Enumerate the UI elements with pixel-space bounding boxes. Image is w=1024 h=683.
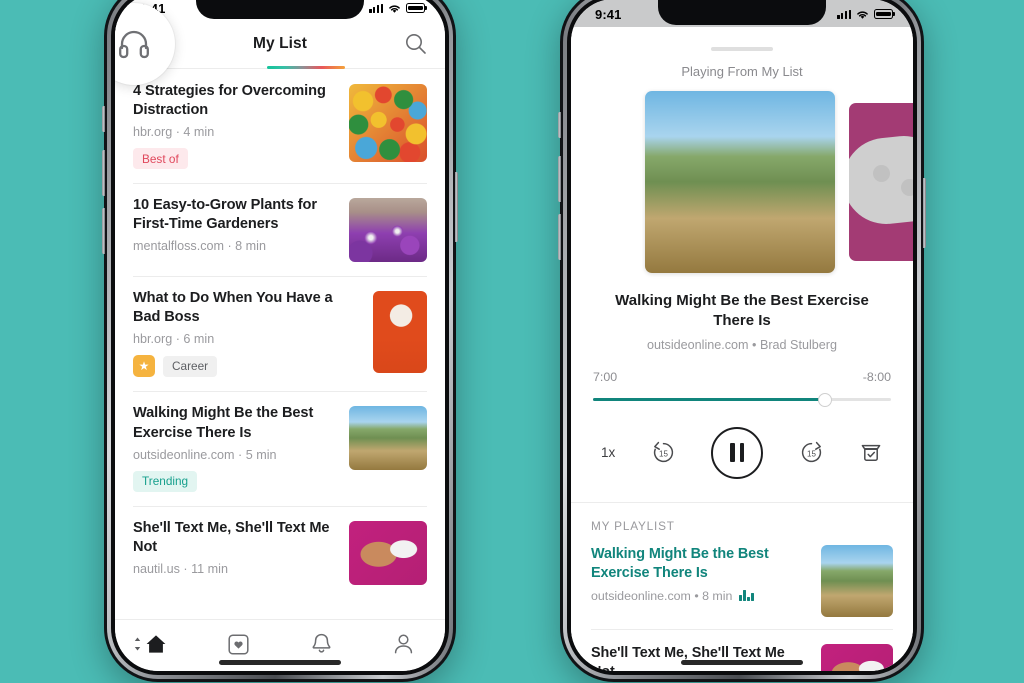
article-title: 10 Easy-to-Grow Plants for First-Time Ga… [133, 197, 317, 233]
article-meta: mentalfloss.com · 8 min [133, 239, 266, 254]
tab-saved[interactable] [213, 629, 265, 659]
phone-player-device: 9:41 Playing From My List Walking Might … [558, 0, 926, 682]
phone-list-device: 9:41 My List [102, 0, 458, 682]
article-meta: hbr.org · 6 min [133, 332, 215, 347]
wifi-icon [857, 10, 868, 19]
battery-icon [874, 9, 895, 19]
signal-bars-icon [369, 3, 383, 13]
archive-check-icon[interactable] [859, 441, 883, 465]
sort-caret-icon [135, 637, 141, 651]
rewind-15-icon[interactable]: 15 [650, 439, 677, 466]
article-tags: Trending [133, 470, 337, 492]
list-item[interactable]: Walking Might Be the Best Exercise There… [115, 391, 445, 505]
article-title: Walking Might Be the Best Exercise There… [133, 405, 314, 441]
volume-up-button [558, 156, 561, 202]
power-button [923, 178, 926, 248]
active-tab-indicator [267, 66, 345, 69]
sheet-grabber[interactable] [711, 47, 773, 51]
slider-fill [593, 397, 826, 402]
speed-button[interactable]: 1x [601, 445, 615, 460]
next-artwork[interactable] [849, 103, 913, 261]
search-icon[interactable] [403, 31, 429, 57]
forward-15-icon[interactable]: 15 [798, 439, 825, 466]
star-icon[interactable]: ★ [133, 355, 155, 378]
status-badge[interactable]: Career [163, 355, 218, 377]
home-icon [146, 635, 166, 653]
article-meta: nautil.us · 11 min [133, 561, 228, 576]
progress-slider[interactable] [593, 392, 891, 407]
heart-box-icon [228, 633, 249, 655]
progress-times: 7:00 -8:00 [593, 370, 891, 384]
home-indicator [219, 660, 341, 665]
page-title: My List [252, 35, 308, 52]
tab-profile[interactable] [378, 629, 430, 659]
artwork-carousel[interactable] [571, 91, 913, 273]
svg-text:15: 15 [659, 450, 668, 459]
article-title: What to Do When You Have a Bad Boss [133, 290, 333, 326]
article-thumbnail [349, 406, 427, 471]
volume-down-button [558, 214, 561, 260]
remaining-time: -8:00 [862, 369, 891, 384]
playlist-section: MY PLAYLIST Walking Might Be the Best Ex… [571, 503, 913, 671]
pause-button[interactable] [711, 426, 764, 479]
notch [658, 0, 826, 25]
article-tags: Best of [133, 148, 337, 170]
pause-icon [730, 443, 745, 463]
playlist-item-meta: outsideonline.com • 8 min [591, 589, 809, 603]
current-artwork [645, 91, 835, 273]
playlist-item-thumbnail [821, 544, 893, 617]
playlist-label: MY PLAYLIST [591, 518, 675, 533]
volume-down-button [102, 208, 105, 254]
phone-player-screen: 9:41 Playing From My List Walking Might … [571, 0, 913, 671]
elapsed-time: 7:00 [593, 369, 618, 384]
article-meta: outsideonline.com · 5 min [133, 447, 277, 462]
person-icon [395, 634, 413, 654]
home-indicator [681, 660, 803, 665]
article-meta: hbr.org · 4 min [133, 125, 215, 140]
playlist-item-title: Walking Might Be the Best Exercise There… [591, 545, 769, 581]
list-item[interactable]: 10 Easy-to-Grow Plants for First-Time Ga… [115, 183, 445, 276]
list-item[interactable]: What to Do When You Have a Bad Boss hbr.… [115, 276, 445, 391]
article-thumbnail [349, 84, 427, 162]
now-playing-title: Walking Might Be the Best Exercise There… [615, 292, 869, 329]
playing-from-label: Playing From My List [681, 64, 803, 79]
list-item[interactable]: 4 Strategies for Overcoming Distraction … [115, 69, 445, 183]
playlist-item-thumbnail [821, 643, 893, 671]
playlist-item-meta-text: outsideonline.com • 8 min [591, 588, 733, 603]
list-item[interactable]: Walking Might Be the Best Exercise There… [591, 533, 893, 617]
player-sheet: Playing From My List Walking Might Be th… [571, 27, 913, 671]
slider-knob[interactable] [818, 392, 833, 407]
bell-icon [312, 633, 331, 653]
tab-notifications[interactable] [295, 629, 347, 659]
battery-icon [406, 3, 427, 13]
status-badge[interactable]: Trending [133, 470, 198, 492]
playlist-item-title: She'll Text Me, She'll Text Me Not [591, 644, 785, 671]
article-list[interactable]: 4 Strategies for Overcoming Distraction … [115, 69, 445, 619]
tab-home[interactable] [130, 629, 182, 659]
article-title: She'll Text Me, She'll Text Me Not [133, 519, 330, 555]
equalizer-icon [739, 590, 754, 602]
playback-controls[interactable]: 1x 15 15 [601, 426, 883, 479]
volume-up-button [102, 150, 105, 196]
article-title: 4 Strategies for Overcoming Distraction [133, 83, 326, 119]
svg-text:15: 15 [807, 450, 816, 459]
article-thumbnail [349, 520, 427, 585]
list-item[interactable]: She'll Text Me, She'll Text Me Not nauti… [115, 505, 445, 599]
power-button [455, 172, 458, 242]
article-tags: ★ Career [133, 355, 361, 378]
signal-bars-icon [837, 9, 851, 19]
notch [196, 0, 364, 19]
status-badge[interactable]: Best of [133, 148, 188, 170]
screenshot-canvas: 9:41 My List [0, 0, 1024, 683]
article-thumbnail [373, 291, 427, 374]
mute-switch [102, 106, 105, 132]
article-thumbnail [349, 198, 427, 263]
phone-list-screen: 9:41 My List [115, 0, 445, 671]
mute-switch [558, 112, 561, 138]
now-playing-subtitle: outsideonline.com • Brad Stulberg [647, 337, 837, 352]
status-time: 9:41 [595, 6, 622, 22]
wifi-icon [389, 4, 400, 13]
